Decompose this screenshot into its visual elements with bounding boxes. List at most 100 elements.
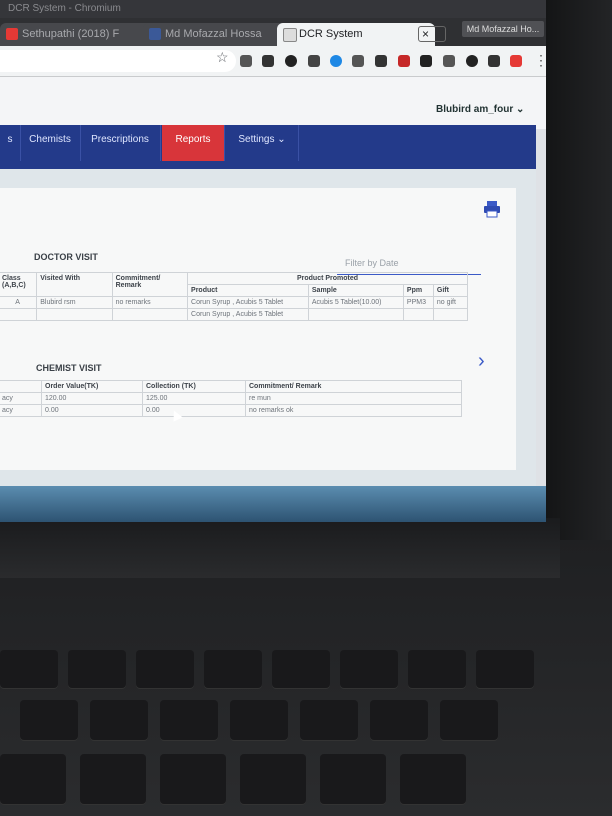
browser-tabstrip: Sethupathi (2018) F × Md Mofazzal Hossa … <box>0 18 546 46</box>
new-tab-button[interactable] <box>418 26 446 42</box>
doctor-visit-table: Class (A,B,C) Visited With Commitment/ R… <box>0 272 469 321</box>
chemist-visit-table: Order Value(TK) Collection (TK) Commitme… <box>0 380 462 417</box>
nav-item-settings[interactable]: Settings ⌄ <box>226 125 299 161</box>
table-cell: no gift <box>432 296 469 309</box>
browser-toolbar: ☆ ⋮ <box>0 46 546 77</box>
skype-icon[interactable] <box>330 55 342 67</box>
keyboard-key <box>408 650 466 688</box>
keyboard-key <box>136 650 194 688</box>
keyboard-key <box>300 700 358 740</box>
column-header: Product Promoted <box>187 272 468 285</box>
screen-bezel-right <box>546 0 612 540</box>
keyboard-key <box>20 700 78 740</box>
column-header: Commitment/ Remark <box>245 380 462 393</box>
nav-item-chemists[interactable]: Chemists <box>20 125 81 161</box>
table-cell: Corun Syrup , Acubis 5 Tablet <box>187 308 309 321</box>
table-cell: no remarks ok <box>245 404 462 417</box>
extension-icon[interactable] <box>308 55 320 67</box>
extension-icon[interactable] <box>420 55 432 67</box>
table-cell: 125.00 <box>142 392 246 405</box>
table-cell: 0.00 <box>41 404 143 417</box>
table-cell: Corun Syrup , Acubis 5 Tablet <box>187 296 309 309</box>
extension-icon[interactable] <box>375 55 387 67</box>
keyboard-key <box>370 700 428 740</box>
tab-label: Md Mofazzal Hossa <box>165 28 262 40</box>
table-cell: Acubis 5 Tablet(10.00) <box>307 296 404 309</box>
extension-icon[interactable] <box>443 55 455 67</box>
site-header: Blubird am_four ⌄ <box>0 77 546 129</box>
table-cell: Blubird rsm <box>36 296 113 309</box>
table-cell: PPM3 <box>402 296 434 309</box>
chemist-visit-title: CHEMIST VISIT <box>36 363 102 373</box>
extension-icon[interactable] <box>398 55 410 67</box>
browser-menu-icon[interactable]: ⋮ <box>534 52 546 69</box>
bookmark-star-icon[interactable]: ☆ <box>216 49 229 66</box>
nav-item-reports[interactable]: Reports <box>162 125 225 161</box>
youtube-favicon-icon <box>6 28 18 40</box>
extension-icon[interactable] <box>510 55 522 67</box>
keyboard-key <box>476 650 534 688</box>
tab-facebook[interactable]: Md Mofazzal Hossa × <box>143 23 298 46</box>
table-cell: A <box>0 296 38 309</box>
column-header: Visited With <box>36 272 113 297</box>
table-row: A Blubird rsm no remarks Corun Syrup , A… <box>0 296 469 309</box>
doctor-visit-title: DOCTOR VISIT <box>34 252 98 262</box>
extension-icon[interactable] <box>466 55 478 67</box>
user-menu[interactable]: Blubird am_four ⌄ <box>436 104 524 115</box>
page-favicon-icon <box>283 28 297 42</box>
keyboard-key <box>204 650 262 688</box>
keyboard-key <box>440 700 498 740</box>
laptop-screen: DCR System - Chromium Sethupathi (2018) … <box>0 0 546 522</box>
chevron-right-icon[interactable]: › <box>478 350 485 373</box>
keyboard-key <box>80 754 146 804</box>
table-cell: 0.00 <box>142 404 246 417</box>
column-header: Gift <box>432 284 469 297</box>
column-header: Collection (TK) <box>142 380 246 393</box>
keyboard-key <box>160 700 218 740</box>
extension-icon[interactable] <box>240 55 252 67</box>
keyboard-key <box>68 650 126 688</box>
print-icon[interactable] <box>483 200 501 218</box>
table-row: acy 0.00 0.00 no remarks ok <box>0 404 462 417</box>
column-header: Class (A,B,C) <box>0 272 38 297</box>
table-cell: acy <box>0 392 42 405</box>
tab-dcr-system[interactable]: DCR System × <box>277 23 435 46</box>
table-cell: re mun <box>245 392 462 405</box>
nav-item-prescriptions[interactable]: Prescriptions <box>80 125 161 161</box>
tab-label: Sethupathi (2018) F <box>22 28 120 40</box>
profile-button[interactable]: Md Mofazzal Ho... <box>462 21 544 37</box>
table-row: Corun Syrup , Acubis 5 Tablet <box>0 308 469 321</box>
table-cell: no remarks <box>111 296 189 309</box>
table-cell: acy <box>0 404 42 417</box>
keyboard-key <box>230 700 288 740</box>
keyboard-key <box>320 754 386 804</box>
column-header: Order Value(TK) <box>41 380 143 393</box>
column-header: Ppm <box>402 284 434 297</box>
tab-label: DCR System <box>299 28 363 40</box>
keyboard-key <box>160 754 226 804</box>
page-footer <box>0 486 546 522</box>
column-header: Product <box>187 284 309 297</box>
report-card <box>0 188 516 470</box>
keyboard-key <box>340 650 398 688</box>
keyboard-key <box>400 754 466 804</box>
column-header: Commitment/ Remark <box>111 272 189 297</box>
column-header: Sample <box>307 284 404 297</box>
main-nav: s Chemists Prescriptions Reports Setting… <box>0 125 536 169</box>
keyboard-key <box>272 650 330 688</box>
address-bar[interactable] <box>0 50 236 72</box>
extension-icon[interactable] <box>352 55 364 67</box>
extension-icon[interactable] <box>285 55 297 67</box>
extension-icon[interactable] <box>262 55 274 67</box>
keyboard-key <box>240 754 306 804</box>
extension-icon[interactable] <box>488 55 500 67</box>
tab-sethupathi[interactable]: Sethupathi (2018) F × <box>0 23 164 46</box>
nav-item-doctors[interactable]: s <box>0 125 21 161</box>
window-title: DCR System - Chromium <box>0 0 546 18</box>
keyboard-key <box>0 650 58 688</box>
table-cell: 120.00 <box>41 392 143 405</box>
table-row: acy 120.00 125.00 re mun <box>0 392 462 405</box>
screen-bezel-bottom <box>0 518 560 578</box>
keyboard-key <box>90 700 148 740</box>
facebook-favicon-icon <box>149 28 161 40</box>
